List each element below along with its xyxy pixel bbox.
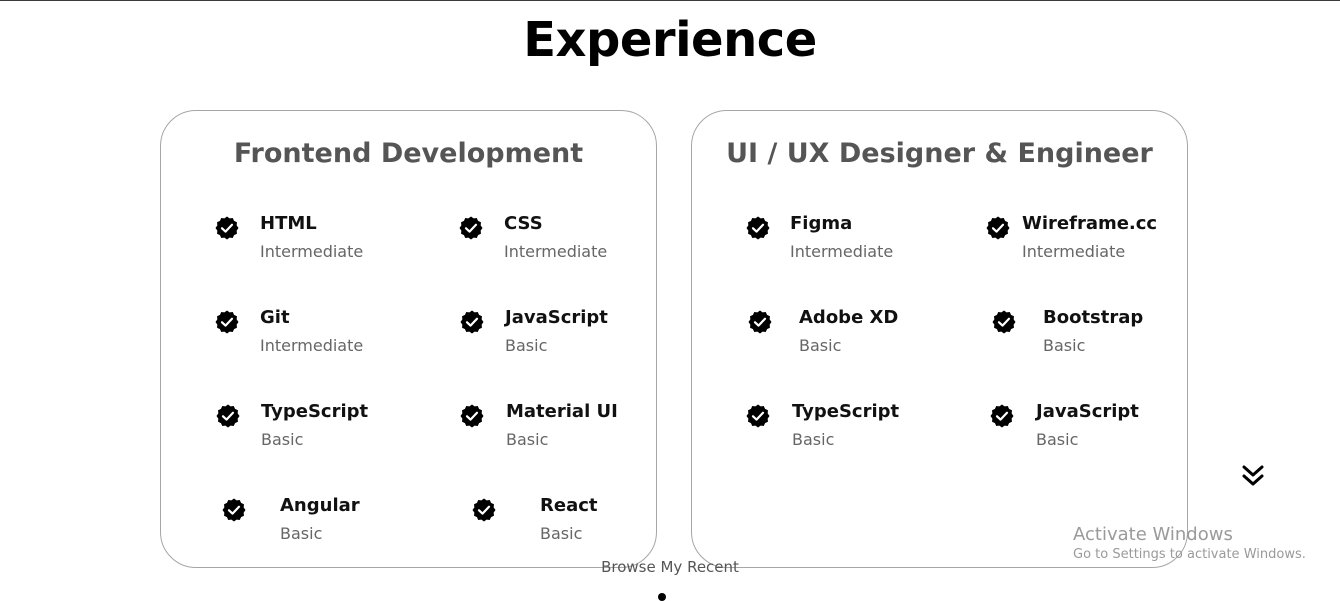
skill-name: JavaScript <box>1036 401 1139 422</box>
skill-level: Basic <box>505 336 548 355</box>
skill-name: Wireframe.cc <box>1022 213 1158 234</box>
skill-level: Basic <box>506 430 549 449</box>
checkmark-badge-icon <box>746 404 770 428</box>
checkmark-badge-icon <box>215 216 239 240</box>
skill-name: Angular <box>280 495 360 516</box>
skill-name: Git <box>260 307 290 328</box>
section-title: Experience <box>523 12 817 68</box>
skill-level: Basic <box>1043 336 1086 355</box>
skill-name: Adobe XD <box>799 307 899 328</box>
checkmark-badge-icon <box>460 404 484 428</box>
skill-level: Intermediate <box>260 336 364 355</box>
skill-level: Intermediate <box>260 242 364 261</box>
skill-level: Basic <box>1036 430 1079 449</box>
skill-name: TypeScript <box>261 401 369 422</box>
skill-level: Intermediate <box>1022 242 1126 261</box>
top-divider <box>0 0 1340 1</box>
skill-level: Basic <box>799 336 842 355</box>
checkmark-badge-icon <box>992 310 1016 334</box>
checkmark-badge-icon <box>746 216 770 240</box>
skill-level: Intermediate <box>504 242 608 261</box>
card-title: UI / UX Designer & Engineer <box>726 138 1153 169</box>
checkmark-badge-icon <box>986 216 1010 240</box>
skill-name: TypeScript <box>792 401 900 422</box>
activate-windows-watermark: Activate Windows Go to Settings to activ… <box>1073 524 1306 562</box>
skill-name: Material UI <box>506 401 618 422</box>
watermark-title: Activate Windows <box>1073 524 1233 545</box>
skill-name: Bootstrap <box>1043 307 1144 328</box>
scroll-indicator-dot <box>658 593 666 601</box>
checkmark-badge-icon <box>472 498 496 522</box>
frontend-card: Frontend Development HTML Intermediate C… <box>160 110 657 568</box>
skill-level: Basic <box>792 430 835 449</box>
skill-level: Basic <box>280 524 323 543</box>
skill-name: Figma <box>790 213 853 234</box>
skill-name: React <box>540 495 598 516</box>
watermark-subtitle: Go to Settings to activate Windows. <box>1073 547 1306 562</box>
checkmark-badge-icon <box>459 216 483 240</box>
checkmark-badge-icon <box>748 310 772 334</box>
checkmark-badge-icon <box>990 404 1014 428</box>
double-chevron-down-icon[interactable] <box>1240 463 1266 489</box>
skill-level: Basic <box>540 524 583 543</box>
skill-name: CSS <box>504 213 543 234</box>
card-title: Frontend Development <box>233 138 584 169</box>
skill-level: Intermediate <box>790 242 894 261</box>
checkmark-badge-icon <box>215 310 239 334</box>
ui-ux-card: UI / UX Designer & Engineer Figma Interm… <box>691 110 1188 568</box>
checkmark-badge-icon <box>216 404 240 428</box>
skill-name: HTML <box>260 213 317 234</box>
checkmark-badge-icon <box>460 310 484 334</box>
skill-name: JavaScript <box>505 307 608 328</box>
checkmark-badge-icon <box>222 498 246 522</box>
skill-level: Basic <box>261 430 304 449</box>
